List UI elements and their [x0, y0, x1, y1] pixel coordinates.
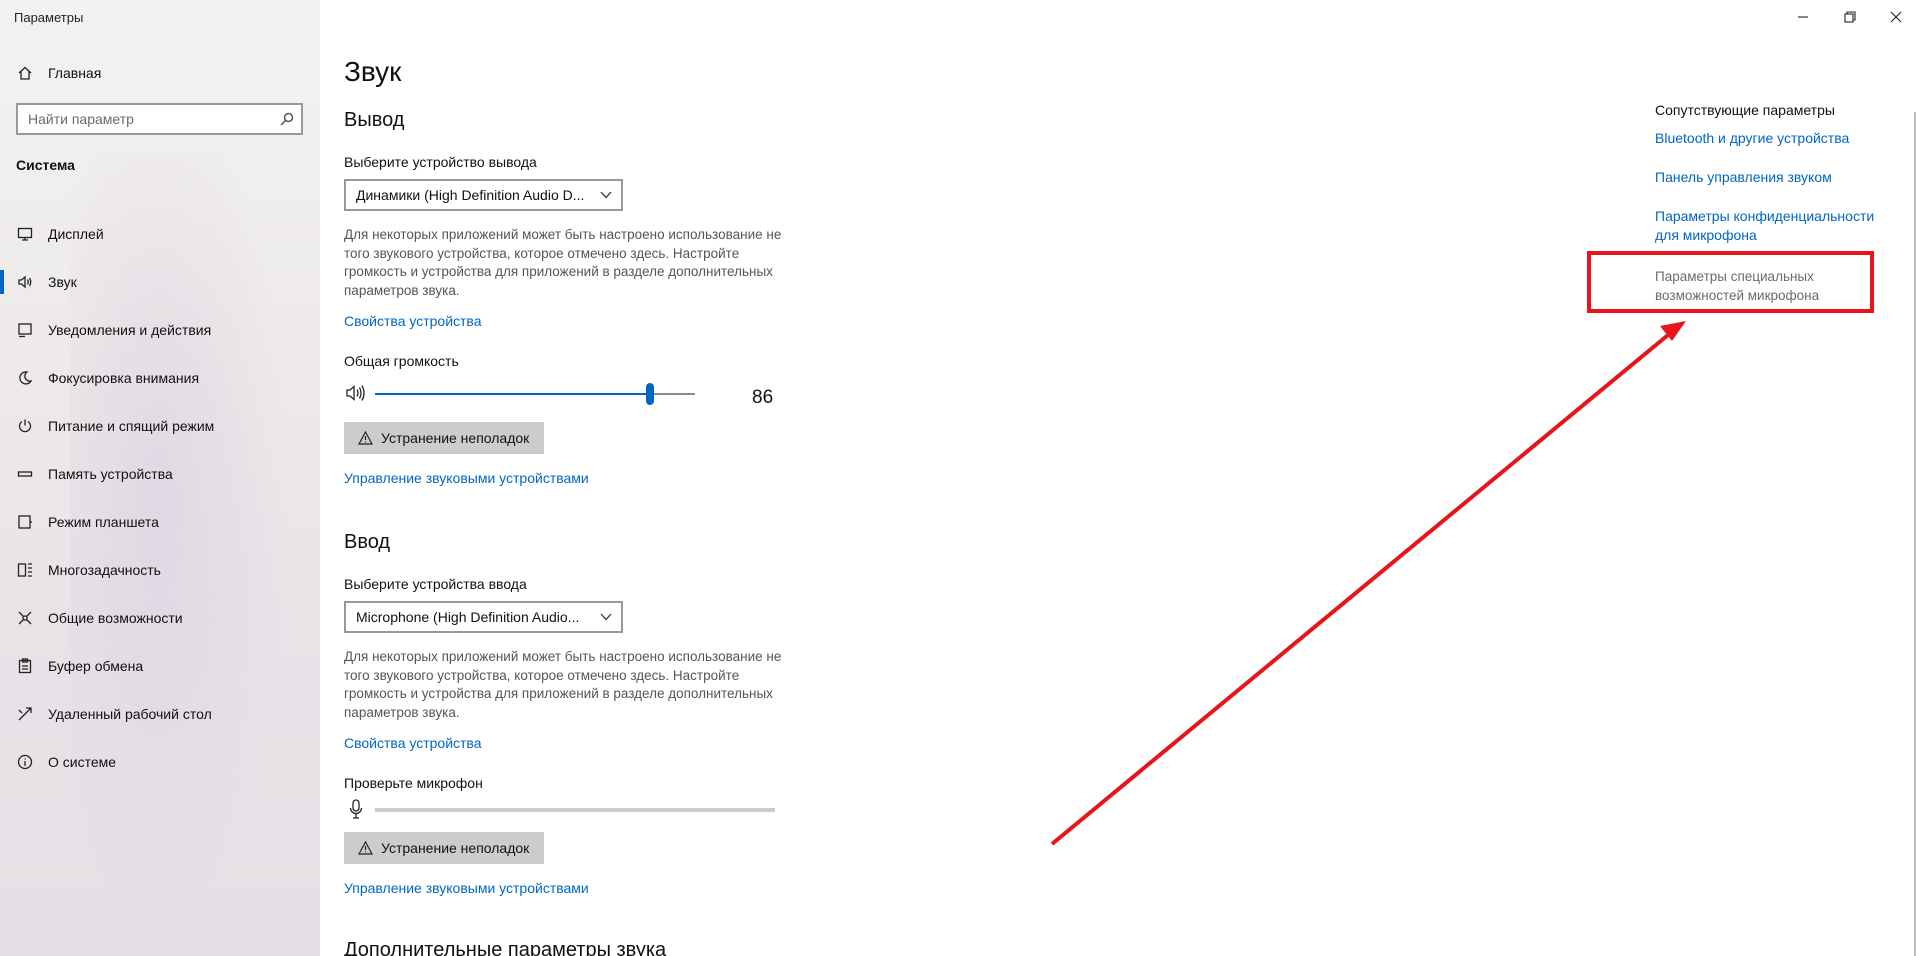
main-content: Звук Вывод Выберите устройство вывода Ди… — [320, 0, 1600, 956]
input-device-value: Microphone (High Definition Audio... — [356, 609, 580, 625]
sidebar-item-label: Фокусировка внимания — [48, 370, 200, 386]
sidebar-item-label: Режим планшета — [48, 514, 159, 530]
close-button[interactable] — [1873, 4, 1919, 30]
sidebar-item-storage[interactable]: Память устройства — [0, 450, 320, 498]
power-icon — [16, 417, 34, 435]
sidebar-item-shared[interactable]: Общие возможности — [0, 594, 320, 642]
warning-icon — [358, 841, 373, 855]
sidebar: Параметры Главная Система Дисплей Звук У… — [0, 0, 320, 956]
volume-slider[interactable] — [375, 383, 695, 405]
sidebar-item-label: Питание и спящий режим — [48, 418, 215, 434]
advanced-heading: Дополнительные параметры звука — [344, 939, 667, 956]
output-description: Для некоторых приложений может быть наст… — [344, 227, 782, 298]
bluetooth-devices-link[interactable]: Bluetooth и другие устройства — [1655, 129, 1885, 148]
sound-control-panel-link[interactable]: Панель управления звуком — [1655, 168, 1885, 187]
output-device-properties-link[interactable]: Свойства устройства — [344, 313, 482, 329]
display-icon — [16, 225, 34, 243]
output-device-dropdown[interactable]: Динамики (High Definition Audio D... — [344, 179, 623, 211]
output-device-value: Динамики (High Definition Audio D... — [356, 187, 585, 203]
minimize-icon — [1798, 16, 1808, 18]
sidebar-item-power[interactable]: Питание и спящий режим — [0, 402, 320, 450]
multitasking-icon — [16, 561, 34, 579]
input-heading: Ввод — [344, 531, 391, 553]
sidebar-item-label: Буфер обмена — [48, 658, 144, 674]
volume-label: Общая громкость — [344, 353, 459, 369]
sidebar-item-label: Звук — [48, 274, 77, 290]
mic-level-meter — [375, 808, 775, 812]
input-device-dropdown[interactable]: Microphone (High Definition Audio... — [344, 601, 623, 633]
input-description: Для некоторых приложений может быть наст… — [344, 649, 782, 720]
minimize-button[interactable] — [1780, 4, 1826, 30]
output-troubleshoot-button[interactable]: Устранение неполадок — [344, 422, 544, 454]
section-title: Система — [16, 157, 75, 173]
microphone-icon — [349, 799, 363, 819]
clipboard-icon — [16, 657, 34, 675]
sidebar-item-remote-desktop[interactable]: Удаленный рабочий стол — [0, 690, 320, 738]
annotation-highlight-box — [1587, 251, 1874, 313]
scrollbar[interactable] — [1914, 112, 1916, 956]
search-field[interactable] — [16, 103, 303, 135]
sidebar-item-tablet[interactable]: Режим планшета — [0, 498, 320, 546]
input-device-properties-link[interactable]: Свойства устройства — [344, 735, 482, 751]
output-manage-devices-link[interactable]: Управление звуковыми устройствами — [344, 470, 589, 486]
input-manage-devices-link[interactable]: Управление звуковыми устройствами — [344, 880, 589, 896]
speaker-icon — [16, 273, 34, 291]
chevron-down-icon — [591, 613, 621, 621]
mic-privacy-settings-link[interactable]: Параметры конфиденциальности для микрофо… — [1655, 207, 1885, 245]
page-title: Звук — [344, 56, 402, 87]
output-troubleshoot-label: Устранение неполадок — [381, 430, 530, 446]
restore-icon — [1844, 11, 1856, 23]
sidebar-item-about[interactable]: О системе — [0, 738, 320, 786]
related-settings-title: Сопутствующие параметры — [1655, 102, 1835, 118]
nav-home[interactable]: Главная — [0, 60, 320, 86]
sidebar-item-notifications[interactable]: Уведомления и действия — [0, 306, 320, 354]
output-select-label: Выберите устройство вывода — [344, 154, 537, 170]
storage-icon — [16, 465, 34, 483]
nav-home-label: Главная — [48, 65, 102, 81]
output-heading: Вывод — [344, 109, 405, 131]
shared-icon — [16, 609, 34, 627]
input-select-label: Выберите устройства ввода — [344, 576, 527, 592]
tablet-icon — [16, 513, 34, 531]
mic-test-label: Проверьте микрофон — [344, 775, 483, 791]
volume-slider-thumb[interactable] — [646, 383, 654, 405]
search-input[interactable] — [18, 105, 273, 133]
remote-desktop-icon — [16, 705, 34, 723]
sidebar-item-label: Уведомления и действия — [48, 322, 212, 338]
sidebar-item-display[interactable]: Дисплей — [0, 210, 320, 258]
search-icon[interactable] — [273, 112, 301, 126]
window-title: Параметры — [14, 10, 84, 25]
info-icon — [16, 753, 34, 771]
chevron-down-icon — [591, 191, 621, 199]
sidebar-item-label: Удаленный рабочий стол — [48, 706, 212, 722]
sidebar-item-label: Память устройства — [48, 466, 173, 482]
annotation-arrow-head — [1660, 321, 1686, 341]
input-troubleshoot-button[interactable]: Устранение неполадок — [344, 832, 544, 864]
sidebar-item-label: Дисплей — [48, 226, 104, 242]
sidebar-item-multitasking[interactable]: Многозадачность — [0, 546, 320, 594]
sidebar-item-label: Общие возможности — [48, 610, 183, 626]
volume-value: 86 — [752, 387, 774, 408]
moon-icon — [16, 369, 34, 387]
sidebar-item-label: Многозадачность — [48, 562, 161, 578]
home-icon — [16, 64, 34, 82]
nav-list: Дисплей Звук Уведомления и действия Фоку… — [0, 210, 320, 786]
sidebar-item-focus[interactable]: Фокусировка внимания — [0, 354, 320, 402]
sidebar-item-label: О системе — [48, 754, 117, 770]
input-troubleshoot-label: Устранение неполадок — [381, 840, 530, 856]
sidebar-item-clipboard[interactable]: Буфер обмена — [0, 642, 320, 690]
notifications-icon — [16, 321, 34, 339]
volume-speaker-icon[interactable] — [345, 383, 367, 403]
warning-icon — [358, 431, 373, 445]
close-icon — [1890, 11, 1902, 23]
volume-slider-fill — [375, 393, 650, 395]
restore-button[interactable] — [1827, 4, 1873, 30]
sidebar-item-sound[interactable]: Звук — [0, 258, 320, 306]
